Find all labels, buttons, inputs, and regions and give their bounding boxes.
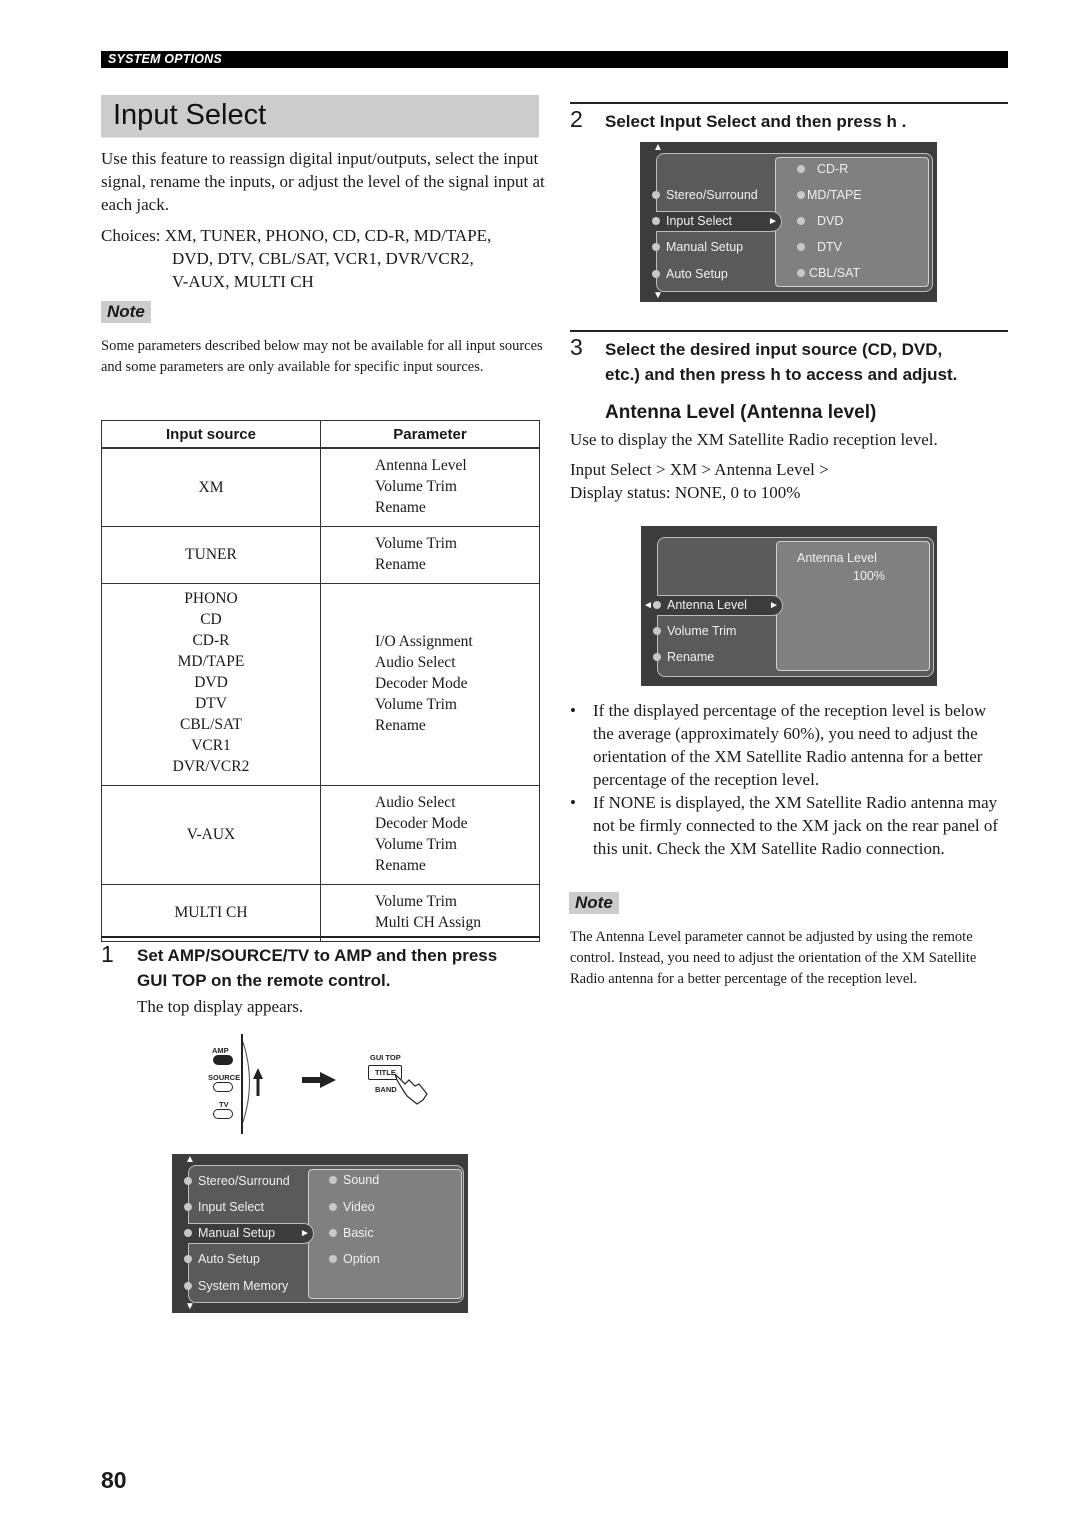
slide-switch-up-arrow-icon xyxy=(241,1034,263,1134)
antenna-level-menu-path: Input Select > XM > Antenna Level > xyxy=(570,460,829,479)
right-triangle-icon: ► xyxy=(768,216,778,227)
step-2-number: 2 xyxy=(570,106,583,132)
right-triangle-icon: ► xyxy=(300,1228,310,1239)
tv-switch-position xyxy=(213,1109,233,1119)
osd-menu-item[interactable]: Rename xyxy=(653,650,714,664)
right-triangle-icon: ► xyxy=(769,600,779,611)
input-parameter-table: Input source Parameter XM Antenna Level V… xyxy=(101,420,540,942)
table-row: MULTI CH Volume Trim Multi CH Assign xyxy=(101,884,540,942)
parameter-cell: Antenna Level Volume Trim Rename xyxy=(320,447,540,527)
osd-submenu-item[interactable]: Video xyxy=(329,1200,375,1214)
section-header-bar: SYSTEM OPTIONS xyxy=(101,51,1008,68)
osd-menu-item[interactable]: Auto Setup xyxy=(184,1252,260,1266)
choices-line-3: V-AUX, MULTI CH xyxy=(172,272,314,291)
antenna-level-value: 100% xyxy=(853,569,885,583)
table-row: TUNER Volume Trim Rename xyxy=(101,526,540,584)
osd-submenu-item[interactable]: CD-R xyxy=(797,162,848,176)
osd-submenu-item[interactable]: Option xyxy=(329,1252,380,1266)
source-cell: V-AUX xyxy=(101,785,321,885)
amp-switch-position xyxy=(213,1055,233,1065)
osd-menu-item-selected[interactable]: Antenna Level xyxy=(653,598,747,612)
osd-menu-item[interactable]: Volume Trim xyxy=(653,624,736,638)
antenna-level-display-status: Display status: NONE, 0 to 100% xyxy=(570,483,801,502)
step-1-divider xyxy=(101,936,540,938)
right-arrow-icon xyxy=(302,1072,336,1088)
note-badge: Note xyxy=(569,892,619,914)
step-1-instruction: Set AMP/SOURCE/TV to AMP and then press G… xyxy=(137,946,498,990)
osd-antenna-level-screen: ◄ Antenna Level ► Volume Trim Rename Ant… xyxy=(641,526,937,686)
osd-menu-item[interactable]: Stereo/Surround xyxy=(652,188,758,202)
source-cell: MULTI CH xyxy=(101,884,321,942)
osd-submenu-item[interactable]: Basic xyxy=(329,1226,374,1240)
source-switch-position xyxy=(213,1082,233,1092)
osd-submenu-item[interactable]: MD/TAPE xyxy=(797,188,862,202)
source-cell: TUNER xyxy=(101,526,321,584)
parameter-cell: I/O Assignment Audio Select Decoder Mode V… xyxy=(320,583,540,786)
source-cell: PHONO CD CD-R MD/TAPE DVD DTV CBL/SAT VCR1 DVR… xyxy=(101,583,321,786)
choices-line-2: DVD, DTV, CBL/SAT, VCR1, DVR/VCR2, xyxy=(172,249,474,268)
table-row: XM Antenna Level Volume Trim Rename xyxy=(101,447,540,527)
osd-menu-item[interactable]: Stereo/Surround xyxy=(184,1174,290,1188)
antenna-level-panel-label: Antenna Level xyxy=(797,551,877,565)
note-text: The Antenna Level parameter cannot be ad… xyxy=(570,929,977,987)
osd-submenu-item[interactable]: CBL/SAT xyxy=(797,266,860,280)
amp-label: AMP xyxy=(212,1046,229,1055)
step-3-number: 3 xyxy=(570,334,583,360)
note-text: Some parameters described below may not … xyxy=(101,338,543,375)
table-row: PHONO CD CD-R MD/TAPE DVD DTV CBL/SAT VCR1 DVR… xyxy=(101,583,540,786)
osd-submenu-item[interactable]: DTV xyxy=(797,240,842,254)
remote-illustration: AMP SOURCE TV GUI TOP TITLE BAND xyxy=(200,1032,460,1137)
bullet-glyph: • xyxy=(570,793,576,812)
osd-submenu-item[interactable]: Sound xyxy=(329,1173,379,1187)
step-3-divider xyxy=(570,330,1008,332)
page-title: Input Select xyxy=(113,99,267,131)
step-3-instruction: Select the desired input source (CD, DVD… xyxy=(605,340,958,384)
osd-menu-item-selected[interactable]: Input Select xyxy=(652,214,732,228)
note-badge: Note xyxy=(101,301,151,323)
scroll-up-icon[interactable]: ▲ xyxy=(185,1154,195,1165)
antenna-level-description: Use to display the XM Satellite Radio re… xyxy=(570,430,938,449)
gui-top-label: GUI TOP xyxy=(370,1053,401,1062)
header-parameter: Parameter xyxy=(320,420,540,449)
step-2-divider xyxy=(570,102,1008,104)
parameter-cell: Audio Select Decoder Mode Volume Trim Renam… xyxy=(320,785,540,885)
table-header-row: Input source Parameter xyxy=(101,420,540,449)
page-title-box: Input Select xyxy=(101,95,539,138)
osd-menu-item[interactable]: Auto Setup xyxy=(652,267,728,281)
osd-menu-item[interactable]: System Memory xyxy=(184,1279,288,1293)
step-1-result: The top display appears. xyxy=(137,997,304,1016)
osd-input-select-menu: ▲ ▼ Stereo/Surround Input Select ► Manua… xyxy=(640,142,937,302)
header-input-source: Input source xyxy=(101,420,321,449)
choices-line-1: Choices: XM, TUNER, PHONO, CD, CD-R, MD/… xyxy=(101,226,492,245)
antenna-level-heading: Antenna Level (Antenna level) xyxy=(605,402,877,423)
osd-menu-item[interactable]: Manual Setup xyxy=(652,240,743,254)
osd-menu-item[interactable]: Input Select xyxy=(184,1200,264,1214)
osd-submenu-item[interactable]: DVD xyxy=(797,214,843,228)
left-triangle-icon[interactable]: ◄ xyxy=(643,600,653,611)
list-item: • If the displayed percentage of the rec… xyxy=(570,701,987,789)
step-2-instruction: Select Input Select and then press h . xyxy=(605,112,907,131)
parameter-cell: Volume Trim Rename xyxy=(320,526,540,584)
parameter-cell: Volume Trim Multi CH Assign xyxy=(320,884,540,942)
scroll-up-icon[interactable]: ▲ xyxy=(653,142,663,153)
list-item: • If NONE is displayed, the XM Satellite… xyxy=(570,793,999,858)
tv-label: TV xyxy=(219,1100,229,1109)
step-1-number: 1 xyxy=(101,941,114,967)
osd-menu-item-selected[interactable]: Manual Setup xyxy=(184,1226,275,1240)
bullet-glyph: • xyxy=(570,701,576,720)
pointing-hand-icon xyxy=(394,1073,428,1105)
table-row: V-AUX Audio Select Decoder Mode Volume Tri… xyxy=(101,785,540,885)
source-cell: XM xyxy=(101,447,321,527)
page-number: 80 xyxy=(101,1467,127,1493)
choices: Choices: XM, TUNER, PHONO, CD, CD-R, MD/… xyxy=(101,224,546,293)
intro-text: Use this feature to reassign digital inp… xyxy=(101,149,545,214)
section-label: SYSTEM OPTIONS xyxy=(108,52,222,66)
osd-top-menu: ▲ ▼ Stereo/Surround Input Select Manual … xyxy=(172,1154,468,1313)
